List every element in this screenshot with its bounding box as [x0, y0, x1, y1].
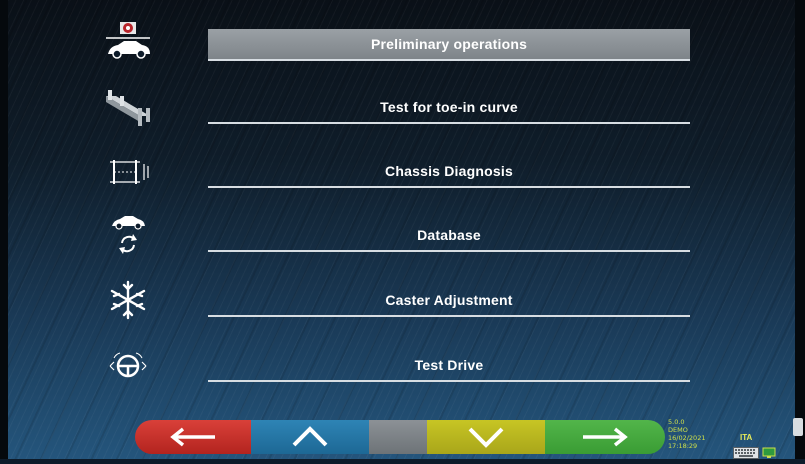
menu-item-test-drive[interactable]: Test Drive — [208, 350, 690, 382]
chevron-down-icon — [468, 427, 504, 448]
menu-item-preliminary-operations[interactable]: Preliminary operations — [208, 29, 690, 61]
back-button[interactable] — [135, 420, 251, 454]
date-label: 16/02/2021 — [668, 434, 706, 442]
software-version: 5.0.0 — [668, 418, 685, 426]
menu-item-label: Preliminary operations — [370, 36, 528, 52]
menu-item-chassis-diagnosis[interactable]: Chassis Diagnosis — [208, 156, 690, 188]
arrow-right-icon — [583, 427, 628, 447]
bottom-nav-bar — [135, 420, 665, 454]
menu-item-database[interactable]: Database — [208, 220, 690, 252]
chassis-measure-icon — [100, 150, 156, 194]
blank-button[interactable] — [369, 420, 427, 454]
menu-item-label: Database — [417, 227, 481, 243]
menu-item-label: Test for toe-in curve — [380, 99, 518, 115]
scroll-up-button[interactable] — [251, 420, 369, 454]
right-border — [795, 0, 805, 459]
arrow-left-icon — [170, 427, 215, 447]
steering-wheel-icon — [100, 344, 156, 388]
menu-item-label: Caster Adjustment — [385, 292, 513, 308]
time-label: 17:18:29 — [668, 442, 698, 450]
computer-icon[interactable] — [762, 446, 776, 458]
menu-item-caster-adjustment[interactable]: Caster Adjustment — [208, 285, 690, 317]
left-border — [0, 0, 8, 459]
car-wheel-icon — [100, 20, 156, 64]
status-info: 5.0.0 DEMO 16/02/2021 17:18:29 — [668, 418, 728, 450]
forward-button[interactable] — [545, 420, 665, 454]
menu-item-test-toe-in-curve[interactable]: Test for toe-in curve — [208, 92, 690, 124]
mode-label: DEMO — [668, 426, 688, 434]
menu-item-label: Test Drive — [414, 357, 484, 373]
chevron-up-icon — [292, 426, 328, 447]
scroll-down-button[interactable] — [427, 420, 545, 454]
menu-item-label: Chassis Diagnosis — [385, 163, 513, 179]
lift-ramp-icon — [100, 86, 156, 130]
side-panel-tab[interactable] — [793, 418, 803, 436]
snowflake-icon — [100, 278, 156, 322]
keyboard-icon[interactable] — [733, 446, 759, 459]
car-refresh-icon — [100, 212, 156, 256]
language-indicator[interactable]: ITA — [740, 433, 752, 442]
